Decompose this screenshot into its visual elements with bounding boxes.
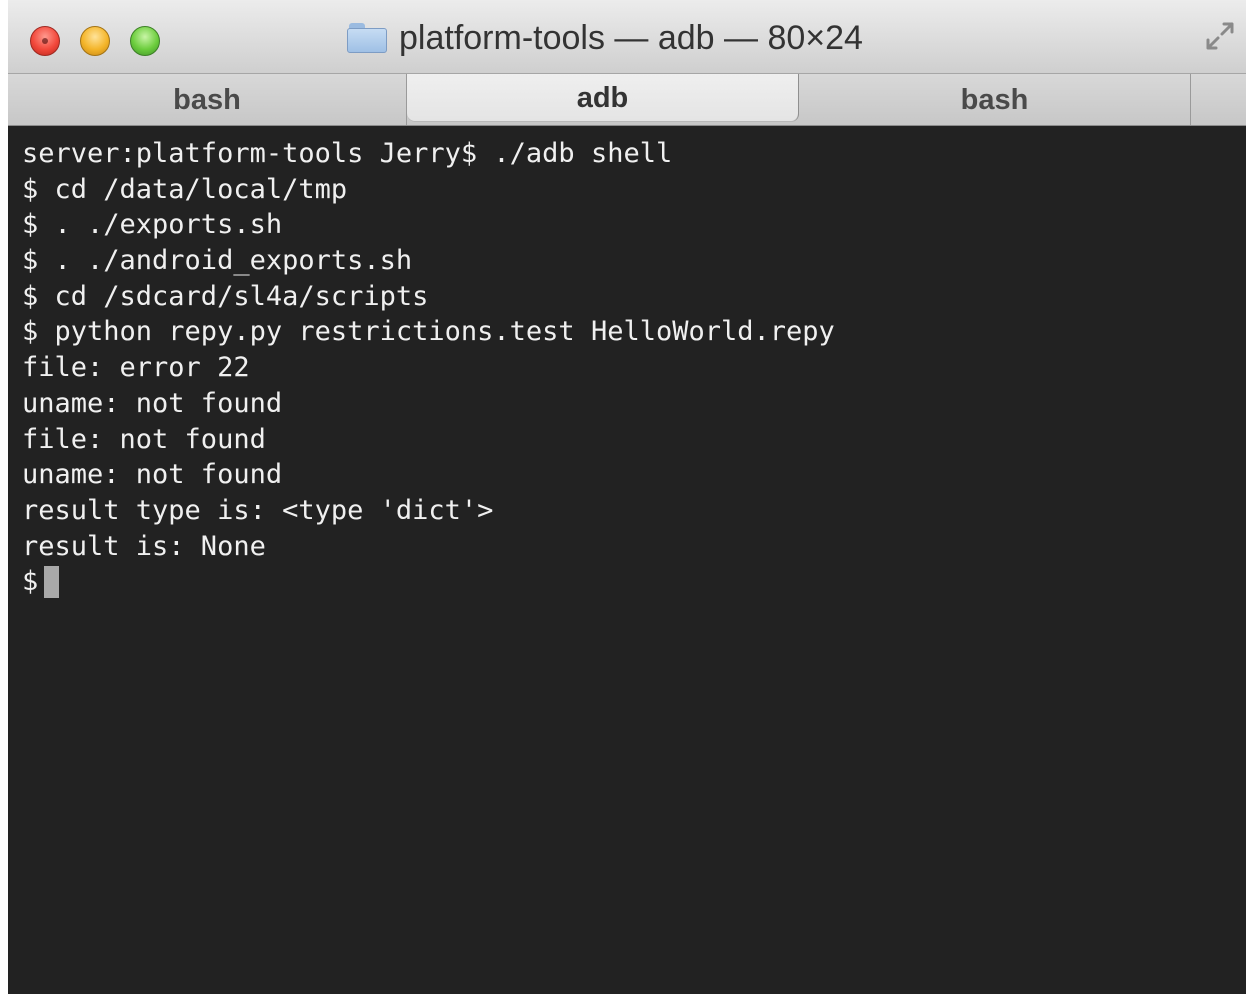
terminal-window: platform-tools — adb — 80×24 bash adb ba… xyxy=(8,0,1246,994)
window-title-group: platform-tools — adb — 80×24 xyxy=(347,16,863,60)
tab-bash-1[interactable]: bash xyxy=(8,74,407,125)
terminal-line: $ . ./exports.sh xyxy=(22,209,283,241)
fullscreen-icon-svg xyxy=(1206,22,1234,50)
terminal-line: result is: None xyxy=(22,530,266,562)
terminal-line: file: not found xyxy=(22,423,266,455)
terminal-line: uname: not found xyxy=(22,387,283,419)
folder-body-shape xyxy=(347,28,387,53)
close-button[interactable] xyxy=(30,26,60,56)
prompt-symbol: $ xyxy=(22,566,39,598)
terminal-line: $ . ./android_exports.sh xyxy=(22,245,413,277)
terminal-prompt-line[interactable]: $ xyxy=(22,564,1246,600)
tab-bar-empty-area xyxy=(1191,74,1246,125)
tab-bash-2[interactable]: bash xyxy=(799,74,1191,125)
terminal-line: $ python repy.py restrictions.test Hello… xyxy=(22,316,835,348)
terminal-line: server:platform-tools Jerry$ ./adb shell xyxy=(22,138,673,169)
terminal-line: file: error 22 xyxy=(22,352,250,384)
terminal-line: uname: not found xyxy=(22,459,283,491)
text-cursor xyxy=(44,566,60,599)
title-bar[interactable]: platform-tools — adb — 80×24 xyxy=(8,0,1246,74)
close-dot-icon xyxy=(42,38,48,44)
fullscreen-icon[interactable] xyxy=(1202,18,1238,54)
zoom-button[interactable] xyxy=(130,26,160,56)
terminal-output[interactable]: server:platform-tools Jerry$ ./adb shell… xyxy=(8,126,1246,994)
window-title: platform-tools — adb — 80×24 xyxy=(399,19,863,57)
tab-label: bash xyxy=(173,83,241,116)
minimize-button[interactable] xyxy=(80,26,110,56)
folder-icon xyxy=(347,23,387,53)
terminal-line: $ cd /sdcard/sl4a/scripts xyxy=(22,280,429,312)
tab-label: adb xyxy=(576,81,629,114)
terminal-line: result type is: <type 'dict'> xyxy=(22,494,494,526)
tab-label: bash xyxy=(960,83,1029,116)
tab-bar: bash adb bash xyxy=(8,74,1246,126)
terminal-line: $ cd /data/local/tmp xyxy=(22,173,348,205)
tab-adb[interactable]: adb xyxy=(407,74,799,122)
